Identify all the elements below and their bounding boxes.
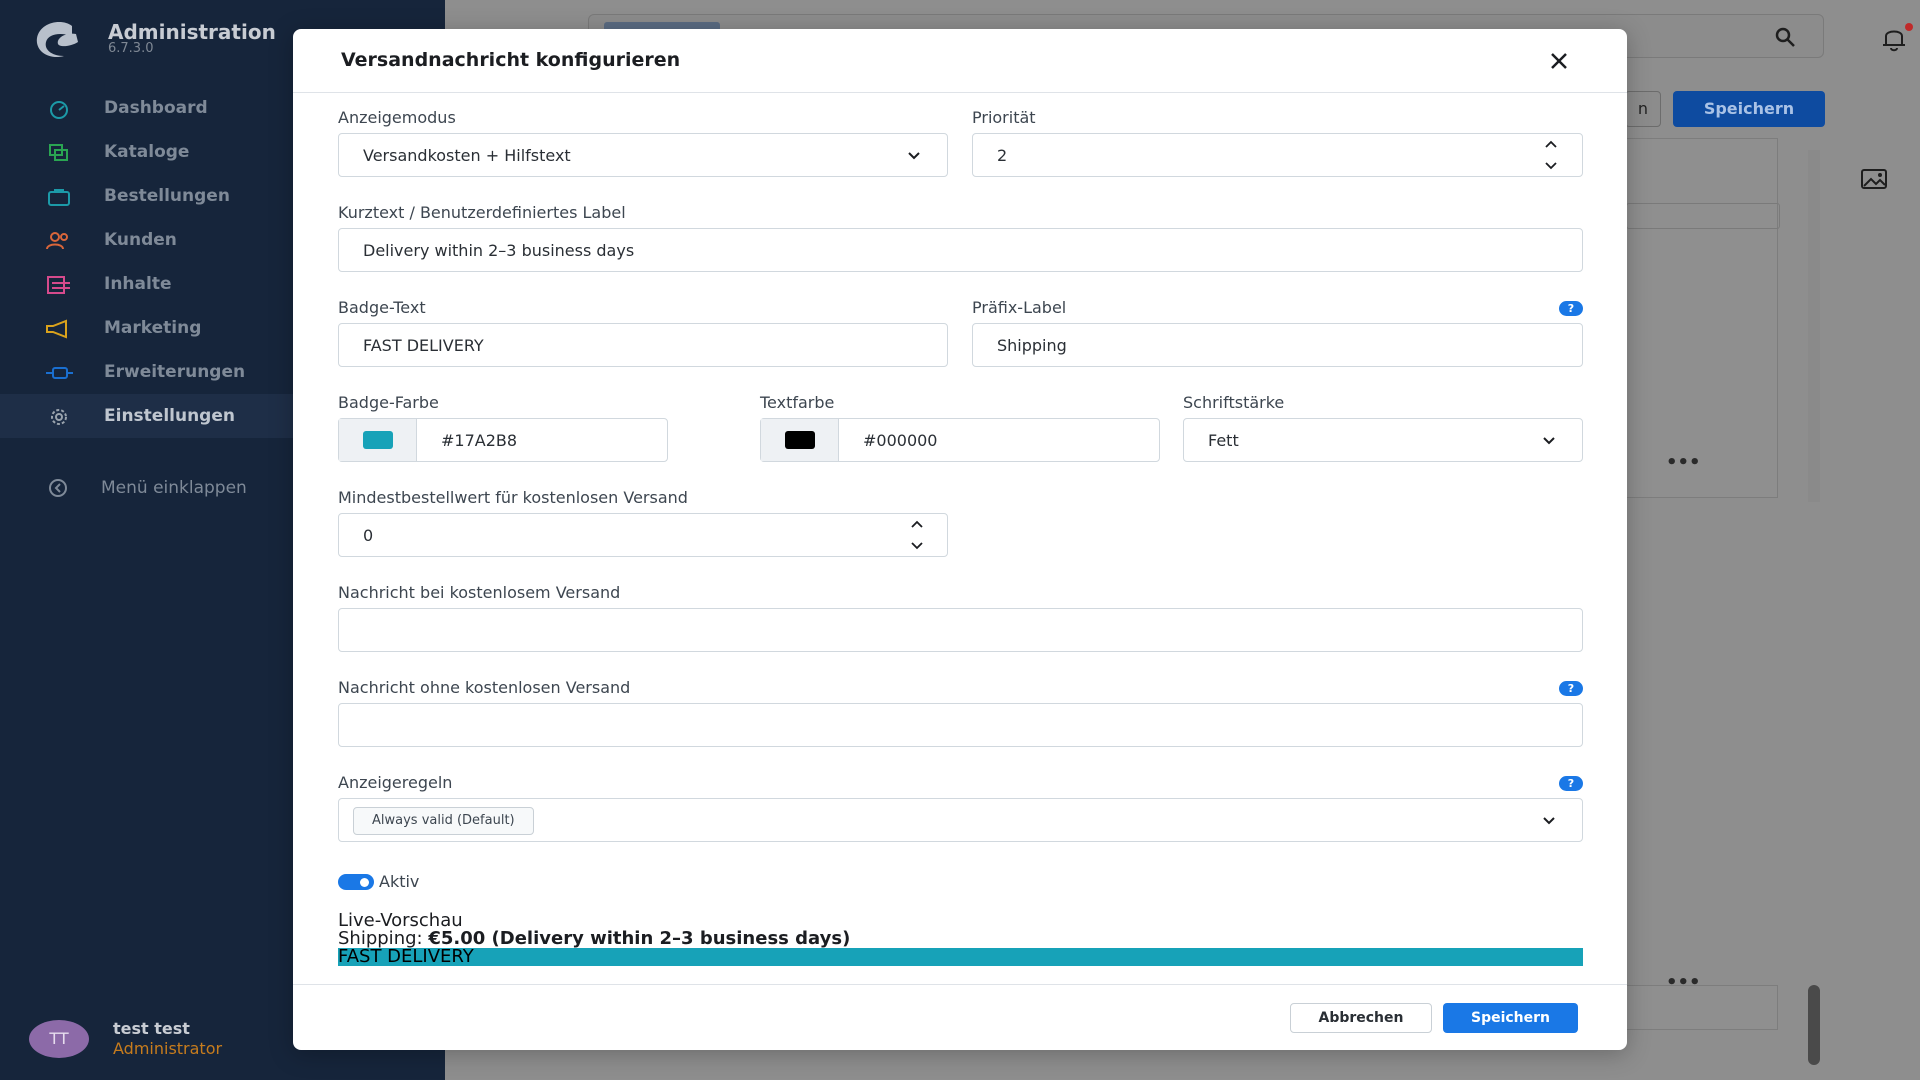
sidebar-item-label: Marketing (104, 318, 202, 338)
user-role: Administrator (113, 1039, 223, 1058)
sidebar-item-label: Dashboard (104, 98, 208, 118)
color-swatch-button[interactable] (761, 419, 839, 461)
megaphone-icon (46, 319, 67, 339)
text-color-label: Textfarbe (760, 393, 835, 412)
background-secondary-button[interactable]: n (1625, 91, 1661, 127)
cancel-button[interactable]: Abbrechen (1290, 1003, 1432, 1033)
badge-color-label: Badge-Farbe (338, 393, 439, 412)
short-text-value: Delivery within 2–3 business days (363, 241, 635, 260)
sidebar-item-label: Kataloge (104, 142, 190, 162)
catalog-icon (49, 144, 68, 161)
help-icon[interactable]: ? (1559, 776, 1583, 791)
msg-free-input[interactable] (338, 608, 1583, 652)
plug-icon (46, 367, 73, 379)
modal-title: Versandnachricht konfigurieren (341, 49, 681, 71)
content-icon (47, 276, 70, 294)
background-save-button[interactable]: Speichern (1673, 91, 1825, 127)
background-scrollbar-thumb[interactable] (1808, 985, 1820, 1065)
toggle-knob (360, 878, 369, 887)
badge-text-input[interactable]: FAST DELIVERY (338, 323, 948, 367)
collapse-menu-label: Menü einklappen (101, 478, 247, 498)
display-mode-label: Anzeigemodus (338, 108, 456, 127)
sidebar-item-label: Kunden (104, 230, 177, 250)
badge-color-picker[interactable]: #17A2B8 (338, 418, 668, 462)
notification-dot (1905, 23, 1913, 31)
font-weight-value: Fett (1208, 431, 1239, 450)
min-order-label: Mindestbestellwert für kostenlosen Versa… (338, 488, 688, 507)
badge-color-value: #17A2B8 (441, 431, 518, 450)
gauge-icon (50, 101, 68, 119)
background-card (1626, 985, 1778, 1030)
msg-no-free-input[interactable] (338, 703, 1583, 747)
preview-text: €5.00 (Delivery within 2–3 business days… (428, 928, 851, 949)
text-color-swatch (785, 431, 815, 449)
avatar[interactable]: TT (29, 1020, 89, 1058)
prefix-label-value: Shipping (997, 336, 1067, 355)
display-rules-label: Anzeigeregeln (338, 773, 453, 792)
sidebar-item-label: Inhalte (104, 274, 172, 294)
active-label: Aktiv (379, 872, 420, 891)
display-mode-select[interactable]: Versandkosten + Hilfstext (338, 133, 948, 177)
chevron-down-icon (908, 152, 920, 160)
app-version: 6.7.3.0 (108, 41, 154, 56)
search-icon[interactable] (1774, 26, 1798, 48)
background-scrollbar[interactable] (1808, 150, 1820, 502)
priority-label: Priorität (972, 108, 1036, 127)
background-input[interactable] (1626, 203, 1780, 229)
prefix-label-label: Präfix-Label (972, 298, 1067, 317)
shopware-logo-icon[interactable] (32, 20, 86, 60)
help-icon[interactable]: ? (1559, 681, 1583, 696)
preview-badge: FAST DELIVERY (338, 948, 1583, 966)
help-icon[interactable]: ? (1559, 301, 1583, 316)
priority-stepper[interactable]: 2 (972, 133, 1583, 177)
badge-text-value: FAST DELIVERY (363, 336, 484, 355)
color-swatch-button[interactable] (339, 419, 417, 461)
sidebar-item-label: Erweiterungen (104, 362, 246, 382)
shopping-bag-icon (48, 189, 70, 206)
sidebar-item-label: Einstellungen (104, 406, 235, 426)
chevron-left-circle-icon (49, 479, 67, 497)
rule-tag[interactable]: Always valid (Default) (353, 807, 534, 835)
msg-free-label: Nachricht bei kostenlosem Versand (338, 583, 621, 602)
priority-value: 2 (997, 146, 1008, 165)
display-rules-select[interactable]: Always valid (Default) (338, 798, 1583, 842)
badge-color-swatch (363, 431, 393, 449)
text-color-value: #000000 (863, 431, 938, 450)
msg-no-free-label: Nachricht ohne kostenlosen Versand (338, 678, 631, 697)
close-icon[interactable] (1547, 49, 1571, 73)
save-button[interactable]: Speichern (1443, 1003, 1578, 1033)
user-name: test test (113, 1019, 190, 1038)
context-menu-icon[interactable]: ••• (1666, 972, 1701, 993)
users-icon (46, 232, 68, 250)
modal-footer: Abbrechen Speichern (293, 984, 1627, 1050)
image-icon[interactable] (1860, 168, 1888, 190)
min-order-value: 0 (363, 526, 374, 545)
modal-header: Versandnachricht konfigurieren (293, 29, 1627, 93)
font-weight-select[interactable]: Fett (1183, 418, 1583, 462)
background-card (1626, 138, 1778, 498)
stepper-arrows-icon[interactable] (1543, 138, 1559, 172)
chevron-down-icon (1543, 437, 1555, 445)
short-text-input[interactable]: Delivery within 2–3 business days (338, 228, 1583, 272)
sidebar-item-label: Bestellungen (104, 186, 230, 206)
text-color-picker[interactable]: #000000 (760, 418, 1160, 462)
shipping-message-modal: Versandnachricht konfigurieren Anzeigemo… (293, 29, 1627, 1050)
font-weight-label: Schriftstärke (1183, 393, 1285, 412)
chevron-down-icon (1543, 817, 1555, 825)
active-toggle[interactable] (338, 874, 374, 890)
min-order-stepper[interactable]: 0 (338, 513, 948, 557)
gear-icon (51, 409, 67, 425)
stepper-arrows-icon[interactable] (909, 518, 925, 552)
display-mode-value: Versandkosten + Hilfstext (363, 146, 571, 165)
context-menu-icon[interactable]: ••• (1666, 452, 1701, 473)
short-text-label: Kurztext / Benutzerdefiniertes Label (338, 203, 626, 222)
prefix-label-input[interactable]: Shipping (972, 323, 1583, 367)
badge-text-label: Badge-Text (338, 298, 426, 317)
